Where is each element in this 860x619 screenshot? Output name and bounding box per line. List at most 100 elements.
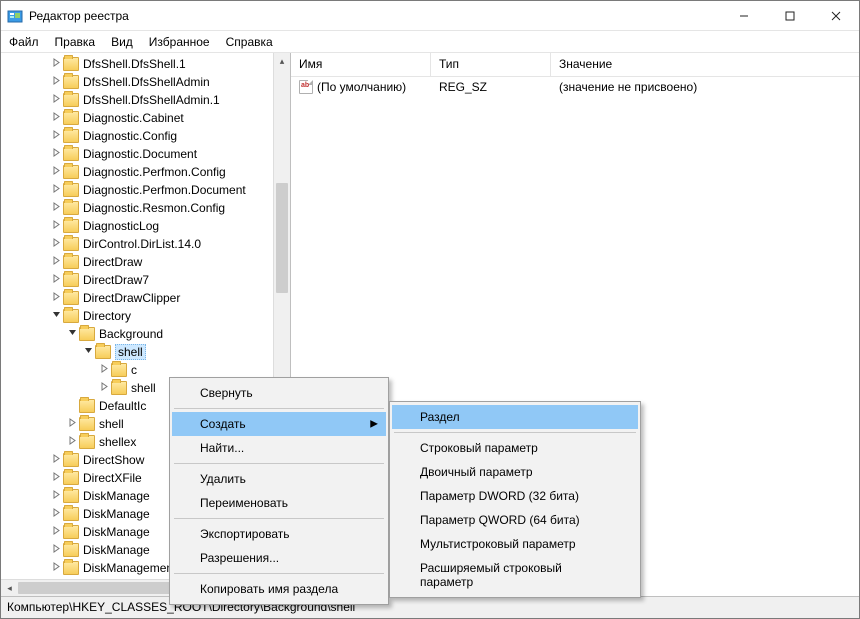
tree-item[interactable]: Diagnostic.Perfmon.Config [1, 163, 273, 181]
window-title: Редактор реестра [29, 9, 721, 23]
tree-label: Diagnostic.Document [83, 147, 197, 161]
expand-icon[interactable] [49, 94, 63, 106]
expand-icon[interactable] [49, 256, 63, 268]
tree-item[interactable]: DirectDrawClipper [1, 289, 273, 307]
submenu-qword[interactable]: Параметр QWORD (64 бита) [392, 508, 638, 532]
folder-icon [79, 417, 95, 431]
menu-export[interactable]: Экспортировать [172, 522, 386, 546]
menu-copy-key-name[interactable]: Копировать имя раздела [172, 577, 386, 601]
menu-help[interactable]: Справка [226, 35, 273, 49]
tree-label: Diagnostic.Cabinet [83, 111, 184, 125]
tree-item[interactable]: DfsShell.DfsShell.1 [1, 55, 273, 73]
collapse-icon[interactable] [81, 346, 95, 358]
tree-item[interactable]: Diagnostic.Resmon.Config [1, 199, 273, 217]
tree-label: DirectXFile [83, 471, 142, 485]
expand-icon[interactable] [49, 130, 63, 142]
menu-view[interactable]: Вид [111, 35, 133, 49]
folder-icon [63, 93, 79, 107]
menu-find[interactable]: Найти... [172, 436, 386, 460]
tree-item[interactable]: Diagnostic.Document [1, 145, 273, 163]
expand-icon[interactable] [49, 526, 63, 538]
collapse-icon[interactable] [65, 328, 79, 340]
expand-icon[interactable] [49, 76, 63, 88]
menu-file[interactable]: Файл [9, 35, 39, 49]
folder-icon [95, 345, 111, 359]
submenu-expand-string[interactable]: Расширяемый строковый параметр [392, 556, 638, 594]
value-name: (По умолчанию) [317, 80, 406, 94]
col-value[interactable]: Значение [551, 53, 811, 76]
menu-permissions[interactable]: Разрешения... [172, 546, 386, 570]
folder-icon [63, 129, 79, 143]
minimize-button[interactable] [721, 1, 767, 30]
submenu-key[interactable]: Раздел [392, 405, 638, 429]
expand-icon[interactable] [97, 364, 111, 376]
expand-icon[interactable] [49, 202, 63, 214]
tree-item[interactable]: Background [1, 325, 273, 343]
tree-label: DefaultIc [99, 399, 146, 413]
folder-icon [63, 291, 79, 305]
tree-item[interactable]: Diagnostic.Cabinet [1, 109, 273, 127]
submenu-binary[interactable]: Двоичный параметр [392, 460, 638, 484]
list-row[interactable]: (По умолчанию) REG_SZ (значение не присв… [291, 77, 859, 97]
menu-favorites[interactable]: Избранное [149, 35, 210, 49]
tree-item[interactable]: DirectDraw7 [1, 271, 273, 289]
expand-icon[interactable] [49, 220, 63, 232]
folder-icon [79, 327, 95, 341]
submenu-dword[interactable]: Параметр DWORD (32 бита) [392, 484, 638, 508]
menu-create[interactable]: Создать ▶ [172, 412, 386, 436]
tree-label: DirectShow [83, 453, 144, 467]
tree-item[interactable]: DirectDraw [1, 253, 273, 271]
tree-item[interactable]: shell [1, 343, 273, 361]
tree-label: Directory [83, 309, 131, 323]
maximize-button[interactable] [767, 1, 813, 30]
tree-item[interactable]: DfsShell.DfsShellAdmin.1 [1, 91, 273, 109]
tree-label: DiskManage [83, 489, 150, 503]
tree-item[interactable]: Diagnostic.Config [1, 127, 273, 145]
tree-item[interactable]: DirControl.DirList.14.0 [1, 235, 273, 253]
expand-icon[interactable] [49, 148, 63, 160]
menu-rename[interactable]: Переименовать [172, 491, 386, 515]
expand-icon[interactable] [49, 562, 63, 574]
collapse-icon[interactable] [49, 310, 63, 322]
folder-icon [63, 489, 79, 503]
expand-icon[interactable] [49, 292, 63, 304]
expand-icon[interactable] [49, 184, 63, 196]
expand-icon[interactable] [97, 382, 111, 394]
expand-icon[interactable] [65, 418, 79, 430]
col-type[interactable]: Тип [431, 53, 551, 76]
menu-collapse[interactable]: Свернуть [172, 381, 386, 405]
value-type: REG_SZ [431, 80, 551, 94]
tree-item[interactable]: DiagnosticLog [1, 217, 273, 235]
expand-icon[interactable] [49, 166, 63, 178]
folder-icon [111, 363, 127, 377]
expand-icon[interactable] [49, 490, 63, 502]
submenu-string[interactable]: Строковый параметр [392, 436, 638, 460]
tree-label: DirectDraw [83, 255, 142, 269]
expand-icon[interactable] [49, 112, 63, 124]
folder-icon [63, 309, 79, 323]
submenu-multi-string[interactable]: Мультистроковый параметр [392, 532, 638, 556]
tree-label: DfsShell.DfsShellAdmin.1 [83, 93, 220, 107]
tree-item[interactable]: DfsShell.DfsShellAdmin [1, 73, 273, 91]
tree-item[interactable]: Directory [1, 307, 273, 325]
expand-icon[interactable] [49, 508, 63, 520]
expand-icon[interactable] [49, 274, 63, 286]
expand-icon[interactable] [49, 238, 63, 250]
expand-icon[interactable] [49, 544, 63, 556]
tree-label: shellex [99, 435, 136, 449]
menu-edit[interactable]: Правка [55, 35, 96, 49]
expand-icon[interactable] [49, 454, 63, 466]
close-button[interactable] [813, 1, 859, 30]
list-header: Имя Тип Значение [291, 53, 859, 77]
tree-item[interactable]: Diagnostic.Perfmon.Document [1, 181, 273, 199]
expand-icon[interactable] [49, 58, 63, 70]
expand-icon[interactable] [49, 472, 63, 484]
tree-label: DfsShell.DfsShellAdmin [83, 75, 210, 89]
menu-delete[interactable]: Удалить [172, 467, 386, 491]
tree-label: c [131, 363, 137, 377]
menubar: Файл Правка Вид Избранное Справка [1, 31, 859, 53]
tree-label: DiskManage [83, 543, 150, 557]
tree-label: DirectDrawClipper [83, 291, 180, 305]
expand-icon[interactable] [65, 436, 79, 448]
col-name[interactable]: Имя [291, 53, 431, 76]
